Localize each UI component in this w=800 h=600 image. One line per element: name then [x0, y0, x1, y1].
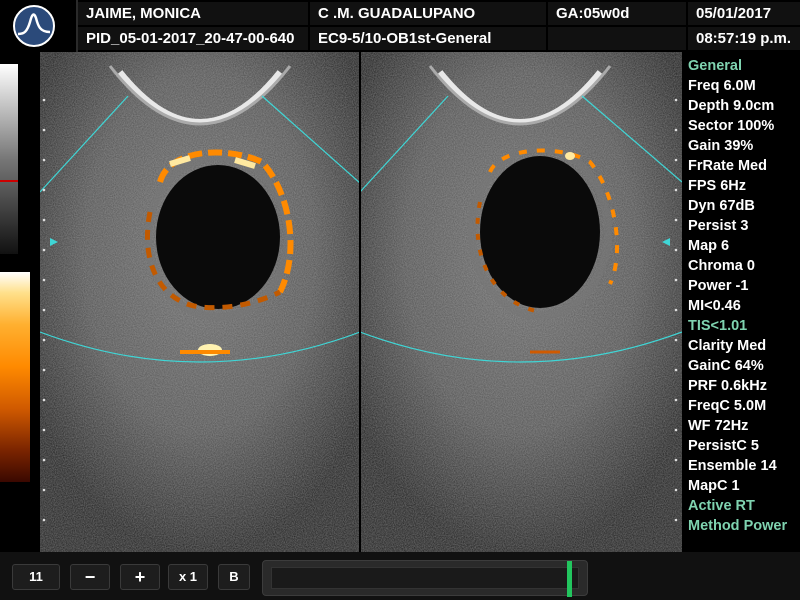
param-item: Chroma 0 — [688, 258, 755, 274]
header-bar: JAIME, MONICA PID_05-01-2017_20-47-00-64… — [0, 0, 800, 52]
grayscale-marker — [0, 180, 18, 182]
param-item: Sector 100% — [688, 118, 775, 134]
waveform-logo-icon — [13, 5, 55, 47]
param-item: Ensemble 14 — [688, 458, 777, 474]
control-bar: 11 − + x 1 B — [0, 552, 800, 600]
param-item: FrRate Med — [688, 158, 767, 174]
param-item: PersistC 5 — [688, 438, 759, 454]
patient-id: PID_05-01-2017_20-47-00-640 — [78, 27, 308, 50]
param-item: Depth 9.0cm — [688, 98, 775, 114]
cine-track — [271, 567, 579, 589]
mode-b-button[interactable]: B — [218, 564, 250, 590]
param-item: MapC 1 — [688, 478, 740, 494]
left-scan-view — [40, 52, 360, 552]
right-scan-view — [360, 52, 682, 552]
institution-name: C .M. GUADALUPANO — [310, 2, 546, 25]
grayscale-map-bar — [0, 64, 18, 254]
patient-name: JAIME, MONICA — [78, 2, 308, 25]
param-item: Freq 6.0M — [688, 78, 756, 94]
ultrasound-image-area[interactable] — [0, 52, 682, 552]
param-item: WF 72Hz — [688, 418, 749, 434]
exam-date: 05/01/2017 — [688, 2, 800, 25]
magnify-button[interactable]: x 1 — [168, 564, 208, 590]
color-map-bar — [0, 272, 30, 482]
param-item: Persist 3 — [688, 218, 749, 234]
param-item: Map 6 — [688, 238, 730, 254]
cine-slider[interactable] — [262, 560, 588, 597]
zoom-minus-button[interactable]: − — [70, 564, 110, 590]
param-item: MI<0.46 — [688, 298, 741, 314]
parameters-panel: General Freq 6.0M Depth 9.0cm Sector 100% Ga… — [682, 56, 800, 536]
param-item: FPS 6Hz — [688, 178, 747, 194]
probe-preset: EC9-5/10-OB1st-General — [310, 27, 546, 50]
param-item: FreqC 5.0M — [688, 398, 767, 414]
param-item: Clarity Med — [688, 338, 767, 354]
header-empty-cell — [548, 27, 686, 50]
param-item: Dyn 67dB — [688, 198, 755, 214]
ultrasound-dual-view — [40, 52, 682, 552]
param-item: GainC 64% — [688, 358, 764, 374]
param-item: PRF 0.6kHz — [688, 378, 767, 394]
zoom-plus-button[interactable]: + — [120, 564, 160, 590]
param-item: General — [688, 58, 742, 74]
exam-time: 08:57:19 p.m. — [688, 27, 800, 50]
param-item: Active RT — [688, 498, 755, 514]
zoom-value-field[interactable]: 11 — [12, 564, 60, 590]
param-item: TIS<1.01 — [688, 318, 748, 334]
param-item: Method Power — [688, 518, 788, 534]
cine-position-marker[interactable] — [567, 561, 572, 597]
param-item: Power -1 — [688, 278, 749, 294]
gestational-age: GA:05w0d — [548, 2, 686, 25]
param-item: Gain 39% — [688, 138, 754, 154]
